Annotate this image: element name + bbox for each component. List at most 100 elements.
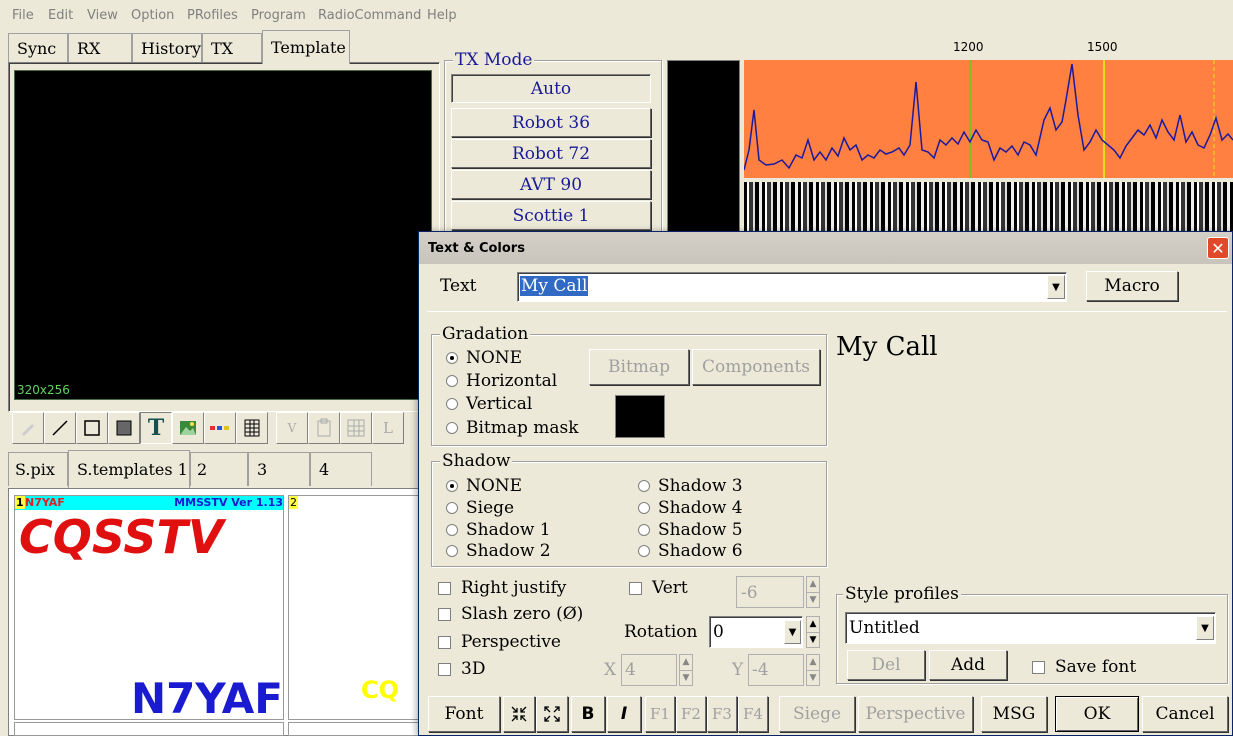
template-canvas[interactable]: 320x256 [14, 70, 432, 400]
spin-down-icon[interactable]: ▼ [807, 593, 819, 608]
3d-checkbox[interactable]: 3D [438, 659, 485, 679]
image-icon[interactable] [172, 412, 204, 444]
spin-down-icon[interactable]: ▼ [680, 671, 692, 686]
grid-icon[interactable] [236, 412, 268, 444]
spin-up-icon[interactable]: ▲ [807, 617, 819, 633]
shadow-none-radio[interactable]: NONE [446, 476, 522, 496]
clipboard-icon[interactable] [308, 412, 340, 444]
ok-button[interactable]: OK [1055, 696, 1139, 732]
mode-robot36-button[interactable]: Robot 36 [451, 108, 651, 137]
rotation-combo[interactable]: 0 ▼ [709, 616, 803, 648]
line-icon[interactable] [44, 412, 76, 444]
spin-down-icon[interactable]: ▼ [807, 671, 819, 686]
bitmap-button[interactable]: Bitmap [589, 349, 689, 385]
template-thumb-3[interactable] [14, 722, 284, 736]
template-thumb-2[interactable]: 2 CQ [288, 495, 428, 720]
menu-edit[interactable]: Edit [48, 8, 73, 23]
spin-up-icon[interactable]: ▲ [807, 577, 819, 593]
spin-up-icon[interactable]: ▲ [807, 655, 819, 671]
f1-button[interactable]: F1 [645, 696, 675, 732]
spin-down-icon[interactable]: ▼ [807, 633, 819, 648]
gradation-bitmap-mask-radio[interactable]: Bitmap mask [446, 418, 579, 438]
tab-stemplates-4[interactable]: 4 [310, 452, 372, 486]
rectangle-icon[interactable] [76, 412, 108, 444]
tab-stemplates-3[interactable]: 3 [248, 452, 310, 486]
cancel-button[interactable]: Cancel [1142, 696, 1228, 732]
tab-tx[interactable]: TX [202, 33, 262, 62]
shadow-6-radio[interactable]: Shadow 6 [638, 541, 743, 561]
shadow-3-radio[interactable]: Shadow 3 [638, 476, 743, 496]
font-button[interactable]: Font [428, 696, 500, 732]
slash-zero-checkbox[interactable]: Slash zero (Ø) [438, 604, 583, 624]
perspective-checkbox[interactable]: Perspective [438, 632, 561, 652]
spin-up-icon[interactable]: ▲ [680, 655, 692, 671]
tab-rx[interactable]: RX [68, 33, 132, 62]
tab-stemplates-1[interactable]: S.templates 1 [68, 450, 190, 488]
bold-button[interactable]: B [571, 696, 605, 732]
macro-button[interactable]: Macro [1086, 271, 1178, 301]
mode-robot72-button[interactable]: Robot 72 [451, 139, 651, 168]
x-input[interactable]: 4 [621, 654, 677, 686]
v-tool-button[interactable]: V [276, 412, 308, 444]
l-tool-button[interactable]: L [372, 412, 404, 444]
y-spin[interactable]: ▲ ▼ [806, 654, 820, 686]
mode-scottie1-button[interactable]: Scottie 1 [451, 201, 651, 230]
text-combo[interactable]: My Call ▼ [517, 272, 1067, 302]
shadow-4-radio[interactable]: Shadow 4 [638, 498, 743, 518]
color-bar-icon[interactable] [204, 412, 236, 444]
f4-button[interactable]: F4 [738, 696, 768, 732]
shadow-2-radio[interactable]: Shadow 2 [446, 541, 551, 561]
menu-profiles[interactable]: PRofiles [187, 8, 238, 23]
pointer-icon[interactable] [12, 412, 44, 444]
expand-icon[interactable] [536, 696, 568, 732]
y-input[interactable]: -4 [748, 654, 804, 686]
tab-spix[interactable]: S.pix [8, 452, 68, 486]
spectrum-display[interactable] [744, 60, 1233, 178]
menu-view[interactable]: View [87, 8, 118, 23]
menu-program[interactable]: Program [251, 8, 306, 23]
italic-button[interactable]: I [607, 696, 641, 732]
vert-checkbox[interactable]: Vert [629, 578, 688, 598]
x-spin[interactable]: ▲ ▼ [679, 654, 693, 686]
text-tool-icon[interactable]: T [140, 412, 172, 444]
mode-avt90-button[interactable]: AVT 90 [451, 170, 651, 199]
shadow-1-radio[interactable]: Shadow 1 [446, 520, 551, 540]
msg-button[interactable]: MSG [981, 696, 1047, 732]
mode-auto-button[interactable]: Auto [451, 74, 651, 103]
style-profile-combo[interactable]: Untitled ▼ [845, 612, 1216, 644]
gradation-horizontal-radio[interactable]: Horizontal [446, 371, 557, 391]
vert-spin[interactable]: ▲ ▼ [806, 576, 820, 608]
menu-option[interactable]: Option [131, 8, 174, 23]
components-button[interactable]: Components [692, 349, 820, 385]
f3-button[interactable]: F3 [707, 696, 737, 732]
menu-radiocommand[interactable]: RadioCommand [318, 8, 421, 23]
gradation-none-radio[interactable]: NONE [446, 348, 522, 368]
filled-rectangle-icon[interactable] [108, 412, 140, 444]
siege-button[interactable]: Siege [779, 696, 855, 732]
tab-sync[interactable]: Sync [8, 33, 68, 62]
gradation-vertical-radio[interactable]: Vertical [446, 394, 532, 414]
menu-help[interactable]: Help [427, 8, 457, 23]
chevron-down-icon[interactable]: ▼ [784, 620, 801, 644]
text-input-value[interactable]: My Call [520, 276, 589, 296]
del-profile-button[interactable]: Del [847, 650, 925, 680]
waterfall-display[interactable] [744, 182, 1233, 232]
chevron-down-icon[interactable]: ▼ [1047, 275, 1065, 299]
f2-button[interactable]: F2 [676, 696, 706, 732]
save-font-checkbox[interactable]: Save font [1032, 657, 1136, 677]
shadow-5-radio[interactable]: Shadow 5 [638, 520, 743, 540]
tab-template[interactable]: Template [262, 30, 350, 64]
vert-input[interactable]: -6 [736, 576, 804, 608]
template-thumb-1[interactable]: 1 N7YAF MMSSTV Ver 1.13 CQSSTV N7YAF [14, 495, 284, 720]
color-swatch[interactable] [615, 395, 665, 438]
table-icon[interactable] [340, 412, 372, 444]
perspective-button[interactable]: Perspective [858, 696, 973, 732]
add-profile-button[interactable]: Add [929, 650, 1007, 680]
chevron-down-icon[interactable]: ▼ [1196, 616, 1214, 640]
shrink-icon[interactable] [503, 696, 535, 732]
template-thumb-4[interactable] [288, 722, 428, 736]
shadow-siege-radio[interactable]: Siege [446, 498, 514, 518]
right-justify-checkbox[interactable]: Right justify [438, 578, 566, 598]
close-icon[interactable]: ✕ [1207, 237, 1229, 259]
rotation-spin[interactable]: ▲ ▼ [806, 616, 820, 648]
